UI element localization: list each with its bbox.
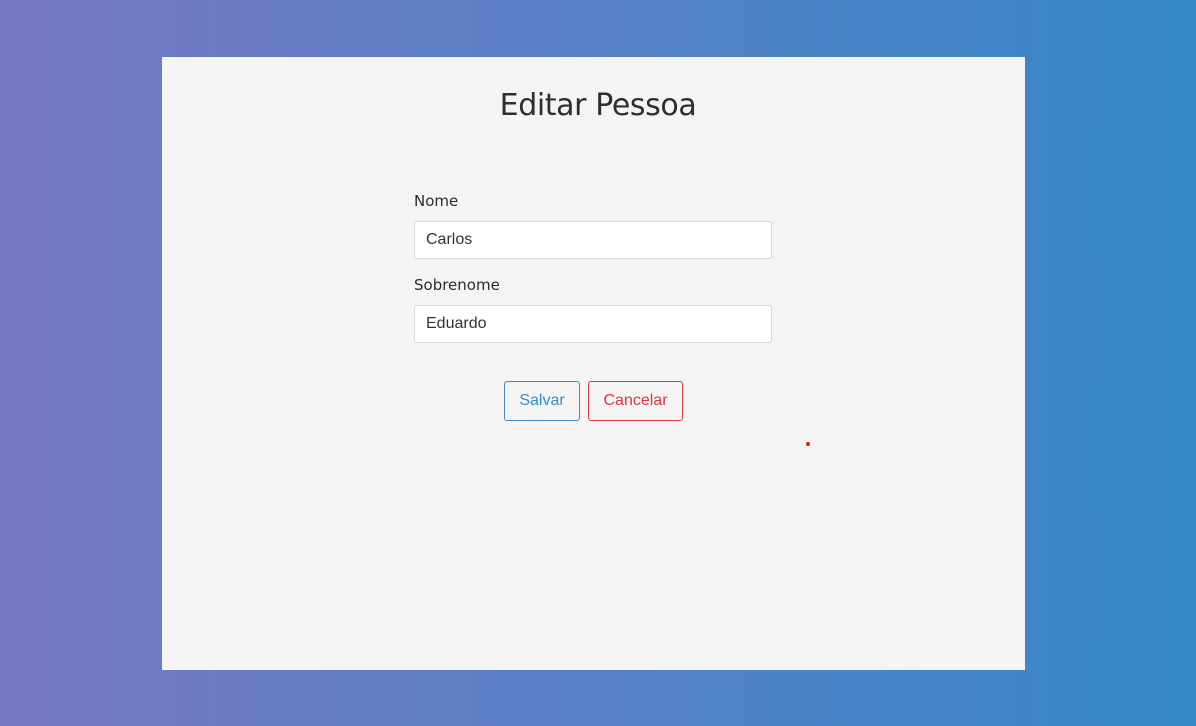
cancel-button[interactable]: Cancelar [588, 381, 683, 421]
sobrenome-input[interactable] [414, 305, 772, 343]
save-button[interactable]: Salvar [504, 381, 580, 421]
page-title: Editar Pessoa [499, 88, 697, 123]
nome-input[interactable] [414, 221, 772, 259]
nome-label: Nome [414, 192, 459, 210]
edit-person-card [162, 57, 1025, 670]
sobrenome-label: Sobrenome [414, 276, 500, 294]
mouse-cursor-dot [806, 442, 810, 446]
